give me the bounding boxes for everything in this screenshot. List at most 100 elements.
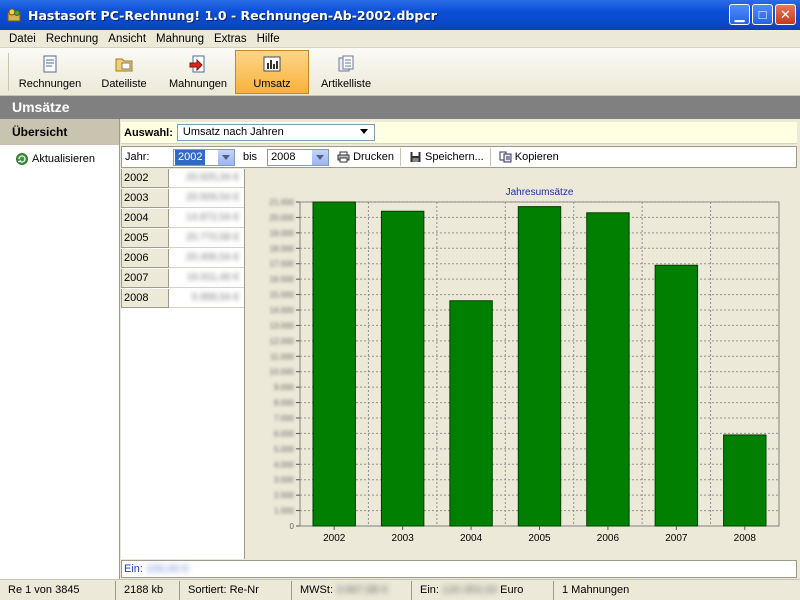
status-ein-label: Ein: <box>420 584 439 596</box>
title-bar: Hastasoft PC-Rechnung! 1.0 - Rechnungen-… <box>0 0 800 30</box>
table-row[interactable]: 2006 20.406,54 € <box>121 249 244 269</box>
revenue-chart: Jahresumsätze 0 1.000 2.000 3.000 4.000 5.000 6… <box>270 187 780 544</box>
table-row[interactable]: 2003 20.509,54 € <box>121 189 244 209</box>
umsatz-button[interactable]: Umsatz <box>235 50 309 94</box>
from-year-value: 2002 <box>175 149 206 165</box>
y-tick-label: 5.000 <box>274 445 295 454</box>
selection-bar: Auswahl: Umsatz nach Jahren <box>121 122 797 144</box>
table-row[interactable]: 2005 20.770,58 € <box>121 229 244 249</box>
toolbar: Rechnungen Dateiliste Mahnungen Umsatz A… <box>0 48 800 96</box>
y-tick-label: 17.000 <box>270 260 295 269</box>
y-tick-label: 11.000 <box>270 352 294 361</box>
printer-icon <box>337 151 350 163</box>
y-tick-label: 9.000 <box>274 383 295 392</box>
artikelliste-label: Artikelliste <box>320 78 372 90</box>
maximize-icon: □ <box>758 7 767 22</box>
y-tick-label: 4.000 <box>274 460 295 469</box>
table-row[interactable]: 2007 16.911,46 € <box>121 269 244 289</box>
copy-button[interactable]: Kopieren <box>499 148 565 166</box>
minimize-icon: ▁ <box>734 6 745 22</box>
refresh-icon <box>16 153 28 165</box>
amount-value: 20.406,54 € <box>186 252 239 263</box>
year-cell: 2008 <box>121 289 169 308</box>
menu-ansicht[interactable]: Ansicht <box>103 33 151 45</box>
year-cell: 2006 <box>121 249 169 268</box>
y-tick-label: 8.000 <box>274 399 295 408</box>
invoice-icon <box>43 55 57 73</box>
amount-cell: 20.406,54 € <box>168 249 244 268</box>
save-label: Speichern... <box>425 151 484 163</box>
amount-value: 14.872,54 € <box>186 212 239 223</box>
status-size: 2188 kb <box>116 581 180 600</box>
status-ein-unit: Euro <box>500 584 524 596</box>
y-tick-label: 21.000 <box>270 198 295 207</box>
amount-value: 16.911,46 € <box>186 272 239 283</box>
auswahl-select[interactable]: Umsatz nach Jahren <box>176 124 375 141</box>
revenue-chart-area: Jahresumsätze 0 1.000 2.000 3.000 4.000 5.000 6… <box>246 169 797 559</box>
minimize-button[interactable]: ▁ <box>729 4 750 25</box>
ein-bar: Ein: 100,00 € <box>121 560 797 578</box>
amount-value: 20.925,34 € <box>186 172 239 183</box>
chevron-down-icon[interactable] <box>218 149 234 165</box>
ein-label: Ein: <box>124 563 143 575</box>
dateiliste-button[interactable]: Dateiliste <box>87 50 161 94</box>
year-cell: 2005 <box>121 229 169 248</box>
reminder-icon <box>189 55 205 73</box>
bar-2003 <box>380 210 425 527</box>
amount-cell: 20.770,58 € <box>168 229 244 248</box>
bis-label: bis <box>243 151 258 163</box>
amount-cell: 20.509,54 € <box>168 189 244 208</box>
x-tick-label: 2004 <box>460 533 483 544</box>
y-tick-label: 1.000 <box>274 507 295 516</box>
close-button[interactable]: ✕ <box>775 4 796 25</box>
left-panel: Übersicht Aktualisieren <box>0 119 120 579</box>
menu-rechnung[interactable]: Rechnung <box>41 33 103 45</box>
amount-cell: 16.911,46 € <box>168 269 244 288</box>
year-cell: 2002 <box>121 169 169 188</box>
y-tick-label: 12.000 <box>270 337 295 346</box>
auswahl-label: Auswahl: <box>124 126 173 139</box>
bar-2006 <box>586 212 630 527</box>
to-year-value: 2008 <box>271 150 296 163</box>
mahnungen-button[interactable]: Mahnungen <box>161 50 235 94</box>
jahr-label: Jahr: <box>125 151 150 163</box>
overview-header: Übersicht <box>0 119 119 145</box>
bar-2004 <box>449 300 493 527</box>
refresh-link[interactable]: Aktualisieren <box>0 145 119 165</box>
chevron-down-icon[interactable] <box>312 149 329 165</box>
x-tick-label: 2003 <box>392 533 415 544</box>
amount-value: 5.958,54 € <box>191 292 239 303</box>
year-cell: 2003 <box>121 189 169 208</box>
table-row[interactable]: 2008 5.958,54 € <box>121 289 244 309</box>
toolbar-grip <box>8 53 9 91</box>
x-tick-label: 2002 <box>323 533 346 544</box>
print-button[interactable]: Drucken <box>337 148 402 166</box>
maximize-button[interactable]: □ <box>752 4 773 25</box>
menu-hilfe[interactable]: Hilfe <box>252 33 285 45</box>
to-year-select[interactable]: 2008 <box>267 148 330 166</box>
menu-mahnung[interactable]: Mahnung <box>151 33 209 45</box>
menu-extras[interactable]: Extras <box>209 33 252 45</box>
status-ein: Ein: 120.353,33 Euro <box>412 581 554 600</box>
y-tick-label: 6.000 <box>274 429 295 438</box>
ein-value: 100,00 € <box>145 563 189 575</box>
filter-bar: Jahr: 2002 bis 2008 Drucken Speichern...… <box>121 146 797 168</box>
y-tick-label: 14.000 <box>270 306 295 315</box>
menu-datei[interactable]: Datei <box>4 33 41 45</box>
rechnungen-button[interactable]: Rechnungen <box>13 50 87 94</box>
status-reminders: 1 Mahnungen <box>562 584 630 596</box>
table-row[interactable]: 2002 20.925,34 € <box>121 169 244 189</box>
from-year-select[interactable]: 2002 <box>173 148 235 166</box>
y-tick-label: 15.000 <box>270 291 295 300</box>
table-row[interactable]: 2004 14.872,54 € <box>121 209 244 229</box>
dropdown-arrow-icon <box>359 129 368 134</box>
y-tick-label: 18.000 <box>270 244 295 253</box>
status-bar: Re 1 von 3845 2188 kb Sortiert: Re-Nr MW… <box>0 579 800 600</box>
amount-cell: 20.925,34 € <box>168 169 244 188</box>
save-button[interactable]: Speichern... <box>409 148 491 166</box>
artikelliste-button[interactable]: Artikelliste <box>309 50 383 94</box>
refresh-label: Aktualisieren <box>32 153 95 165</box>
copy-icon <box>499 151 512 163</box>
app-icon <box>7 8 21 22</box>
y-tick-label: 3.000 <box>274 476 295 485</box>
